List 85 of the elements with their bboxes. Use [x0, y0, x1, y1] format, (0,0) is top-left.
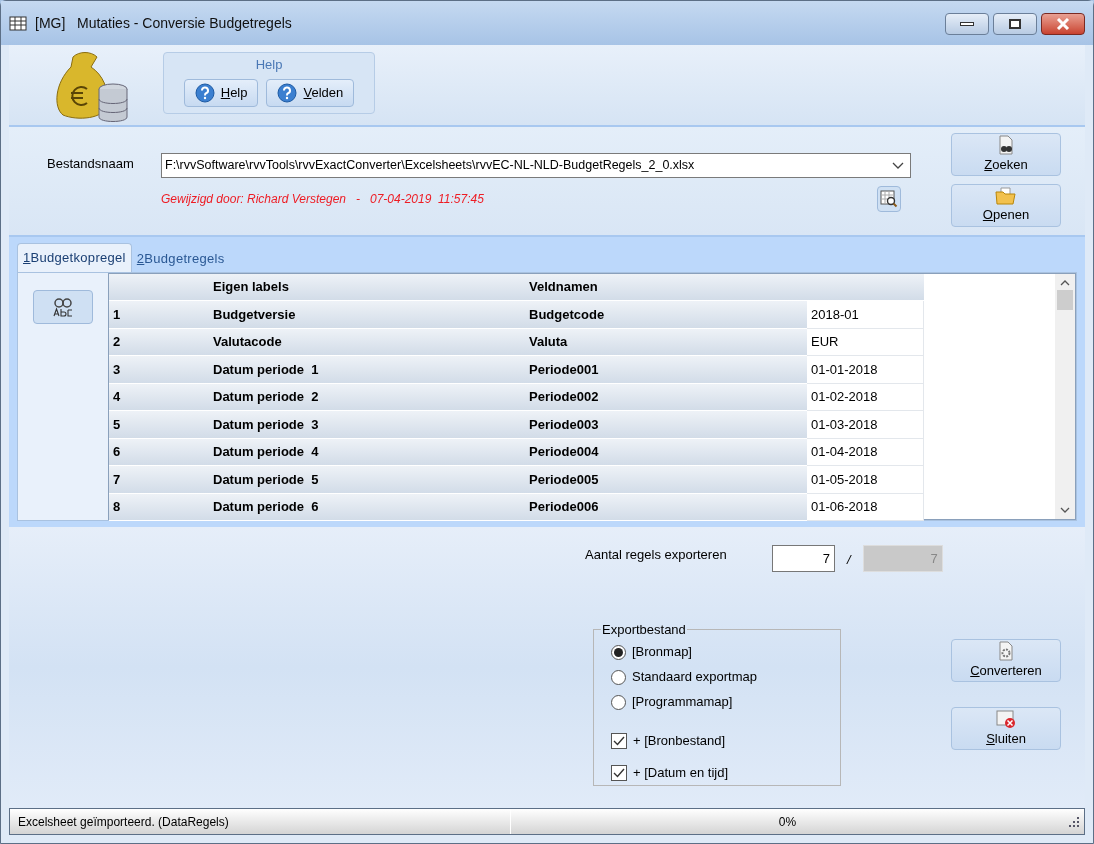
folder-icon [995, 186, 1017, 205]
binoculars-abc-icon [51, 296, 75, 318]
scroll-up-icon [1060, 279, 1070, 287]
preview-button[interactable] [877, 186, 901, 212]
checkbox-label: + [Datum en tijd] [633, 763, 729, 782]
row-number: 2 [109, 328, 207, 356]
radio-label: Standaard exportmap [632, 668, 758, 687]
window-title: [MG] Mutaties - Conversie Budgetregels [35, 13, 292, 33]
separator-text: / [847, 551, 851, 569]
column-header: Veldnamen [523, 274, 807, 301]
table-cell: 01-03-2018 [807, 411, 924, 439]
table-cell: Periode006 [523, 493, 807, 521]
row-number: 3 [109, 356, 207, 384]
table-magnifier-icon [880, 190, 898, 208]
export-count-field[interactable]: 7 [772, 545, 835, 572]
table-cell: Datum periode 2 [207, 383, 523, 411]
open-button[interactable]: Openen [951, 184, 1061, 227]
status-message: Excelsheet geïmporteerd. (DataRegels) [17, 813, 230, 831]
binoculars-document-icon [997, 134, 1015, 155]
close-button[interactable] [1041, 13, 1085, 35]
file-path-dropdown[interactable]: F:\rvvSoftware\rvvTools\rvvExactConverter\Excelsheets\rvvEC-NL-NLD-BudgetRegels_2_0.xlsx [161, 153, 911, 178]
table-cell: EUR [807, 328, 924, 356]
row-number: 4 [109, 383, 207, 411]
table-cell: Datum periode 4 [207, 438, 523, 466]
table-cell: 01-02-2018 [807, 383, 924, 411]
row-number: 1 [109, 301, 207, 329]
row-number: 6 [109, 438, 207, 466]
table-cell: Datum periode 1 [207, 356, 523, 384]
table-cell: Periode003 [523, 411, 807, 439]
checkbox[interactable] [611, 764, 627, 781]
field-label: Aantal regels exporteren [584, 546, 728, 564]
scroll-thumb[interactable] [1057, 290, 1073, 310]
table-cell: 01-04-2018 [807, 438, 924, 466]
table-cell: 01-01-2018 [807, 356, 924, 384]
table-cell: 01-06-2018 [807, 493, 924, 521]
scroll-down-icon [1060, 506, 1070, 514]
table-cell: 2018-01 [807, 301, 924, 329]
table-cell: Periode004 [523, 438, 807, 466]
maximize-button[interactable] [993, 13, 1037, 35]
resize-grip-icon [1068, 815, 1080, 828]
table-cell: Valutacode [207, 328, 523, 356]
table-cell: 01-05-2018 [807, 466, 924, 494]
checkbox[interactable] [611, 732, 627, 749]
tab[interactable]: 2Budgetregels [131, 246, 230, 272]
group-title: Exportbestand [601, 621, 687, 639]
search-button[interactable]: Zoeken [951, 133, 1061, 176]
minimize-button[interactable] [945, 13, 989, 35]
help-icon [194, 82, 215, 103]
table-cell: Datum periode 6 [207, 493, 523, 521]
chevron-down-icon [892, 161, 904, 170]
close-document-icon [995, 708, 1017, 729]
close-window-button[interactable]: Sluiten [951, 707, 1061, 750]
table-cell: Budgetcode [523, 301, 807, 329]
radio-label: [Programmamap] [632, 693, 733, 712]
spellcheck-button[interactable] [33, 290, 93, 324]
gear-document-icon [997, 640, 1015, 661]
vertical-scrollbar[interactable] [1055, 274, 1075, 519]
table-cell: Datum periode 3 [207, 411, 523, 439]
table-cell: Valuta [523, 328, 807, 356]
tab[interactable]: 1Budgetkopregel [17, 243, 132, 272]
row-number: 8 [109, 493, 207, 521]
checkbox-label: + [Bronbestand] [633, 731, 726, 750]
modified-info: Gewijzigd door: Richard Verstegen - 07-04-2019 11:57:45 [161, 191, 485, 208]
table-cell: Datum periode 5 [207, 466, 523, 494]
table-cell: Periode001 [523, 356, 807, 384]
total-count-field: 7 [862, 545, 943, 572]
close-icon [1056, 18, 1070, 30]
convert-button[interactable]: Converteren [951, 639, 1061, 682]
radio-label: [Bronmap] [632, 643, 692, 662]
group-title: Help [255, 56, 283, 74]
table-cell: Periode002 [523, 383, 807, 411]
progress-text: 0% [778, 813, 797, 831]
help-button[interactable]: Help [183, 78, 259, 107]
table-cell: Budgetversie [207, 301, 523, 329]
row-number: 5 [109, 411, 207, 439]
field-label: Bestandsnaam [47, 155, 135, 173]
radio-button[interactable] [611, 694, 626, 710]
help-button[interactable]: Velden [266, 78, 355, 107]
radio-button[interactable] [611, 669, 626, 685]
table-cell: Periode005 [523, 466, 807, 494]
column-header: Eigen labels [207, 274, 523, 301]
table-icon [9, 15, 27, 31]
row-number: 7 [109, 466, 207, 494]
help-icon [277, 82, 298, 103]
radio-button[interactable] [611, 644, 626, 660]
